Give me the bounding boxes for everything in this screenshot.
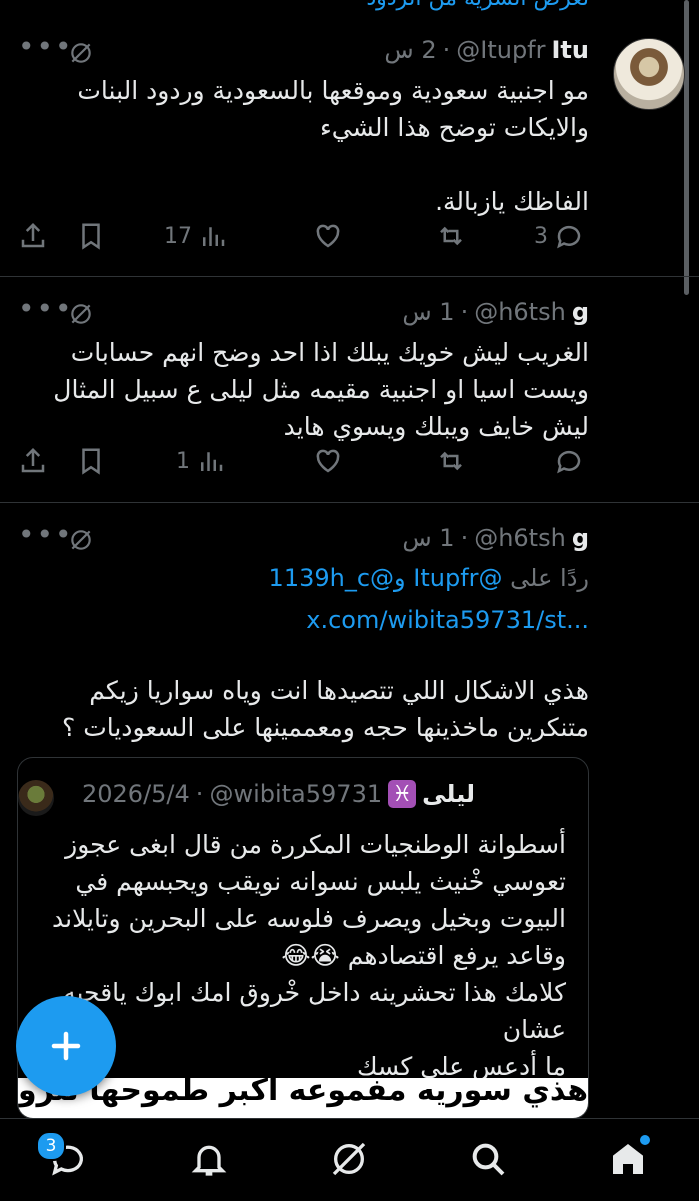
reply-count: 3 — [534, 223, 548, 249]
partial-link-text[interactable]: تعرض السرية من الردود — [366, 0, 589, 11]
reply-prefix: ردًا على — [510, 564, 589, 592]
share-icon — [21, 222, 45, 248]
tweet-header: Itu @Itupfr · 2 س — [384, 36, 589, 64]
views-button[interactable]: 17 — [164, 221, 228, 251]
bottom-nav: 3 — [0, 1118, 699, 1201]
reply-icon — [557, 225, 581, 249]
plus-icon — [51, 1031, 81, 1061]
like-button[interactable] — [313, 446, 343, 476]
bookmark-icon — [82, 448, 100, 475]
quote-author-handle[interactable]: @wibita59731 — [209, 780, 382, 808]
nav-grok[interactable] — [327, 1137, 371, 1181]
author-name[interactable]: g — [572, 298, 589, 326]
separator: · — [195, 780, 204, 808]
reply-icon — [557, 450, 581, 474]
like-button[interactable] — [313, 221, 343, 251]
home-icon — [613, 1144, 643, 1174]
heart-icon — [316, 449, 340, 473]
quote-image-banner[interactable]: هذي سوريه مفموعه اكبر طموحها تتزوج شايب — [18, 1078, 588, 1118]
tweet-header: g @h6tsh · 1 س — [402, 298, 589, 326]
more-options-icon[interactable]: ••• — [18, 292, 74, 325]
search-icon — [472, 1143, 505, 1176]
timestamp[interactable]: 2 س — [384, 36, 436, 64]
separator: · — [442, 36, 451, 64]
timestamp[interactable]: 1 س — [402, 298, 454, 326]
replying-to: ردًا على @Itupfr و@1139h_c — [269, 564, 589, 592]
timestamp[interactable]: 1 س — [402, 524, 454, 552]
share-icon — [21, 447, 45, 473]
nav-notifications[interactable] — [187, 1137, 231, 1181]
repost-button[interactable] — [436, 446, 466, 476]
more-options-icon[interactable]: ••• — [18, 30, 74, 63]
tweet-actions: 1 — [18, 446, 590, 482]
zodiac-badge: ♓ — [388, 780, 417, 808]
more-options-icon[interactable]: ••• — [18, 518, 74, 551]
bookmark-button[interactable] — [76, 446, 106, 476]
author-handle[interactable]: @h6tsh — [474, 298, 566, 326]
views-button[interactable]: 1 — [176, 446, 226, 476]
views-count: 1 — [176, 448, 190, 474]
bookmark-button[interactable] — [76, 221, 106, 251]
repost-icon — [440, 226, 462, 246]
nav-messages[interactable]: 3 — [36, 1131, 90, 1181]
quote-author-name[interactable]: ليلى — [422, 780, 475, 808]
quote-avatar[interactable] — [18, 780, 54, 816]
tweet-text: هذي الاشكال اللي تتصيدها انت وياه سواريا… — [61, 676, 589, 742]
repost-icon — [440, 451, 462, 471]
views-icon — [203, 227, 225, 246]
bookmark-icon — [82, 223, 100, 250]
tweet-actions: 17 3 — [18, 221, 590, 257]
author-handle[interactable]: @Itupfr — [456, 36, 545, 64]
grok-icon — [332, 1142, 366, 1176]
quote-date: 2026/5/4 — [82, 780, 190, 808]
views-count: 17 — [164, 223, 192, 249]
separator: · — [460, 298, 469, 326]
author-name[interactable]: g — [572, 524, 589, 552]
nav-search[interactable] — [466, 1137, 510, 1181]
author-handle[interactable]: @h6tsh — [474, 524, 566, 552]
reply-user-link[interactable]: @Itupfr — [413, 564, 502, 592]
divider — [0, 276, 699, 277]
compose-button[interactable] — [16, 996, 116, 1096]
scrollbar[interactable] — [684, 0, 689, 295]
nav-home[interactable] — [606, 1135, 650, 1181]
tweet-text: الغريب ليش خويك يبلك اذا احد وضح انهم حس… — [53, 338, 589, 441]
share-button[interactable] — [18, 446, 48, 476]
quote-header: ليلى ♓ @wibita59731 · 2026/5/4 — [82, 780, 475, 808]
views-icon — [201, 452, 223, 471]
home-notification-dot — [640, 1135, 650, 1145]
reply-and: و — [394, 564, 406, 592]
tweet-text: مو اجنبية سعودية وموقعها بالسعودية وردود… — [77, 76, 589, 216]
heart-icon — [316, 224, 340, 248]
separator: · — [460, 524, 469, 552]
reply-button[interactable]: 3 — [534, 221, 584, 251]
repost-button[interactable] — [436, 221, 466, 251]
messages-badge: 3 — [36, 1131, 66, 1161]
bell-icon — [191, 1145, 227, 1176]
divider — [0, 502, 699, 503]
quote-text: أسطوانة الوطنجيات المكررة من قال ابغى عج… — [51, 830, 566, 1081]
tweet-header: g @h6tsh · 1 س — [402, 524, 589, 552]
reply-button[interactable] — [554, 446, 584, 476]
share-button[interactable] — [18, 221, 48, 251]
avatar[interactable] — [613, 38, 685, 110]
tweet-link[interactable]: x.com/wibita59731/st... — [306, 606, 589, 634]
reply-user-link[interactable]: @1139h_c — [269, 564, 394, 592]
author-name[interactable]: Itu — [552, 36, 590, 64]
